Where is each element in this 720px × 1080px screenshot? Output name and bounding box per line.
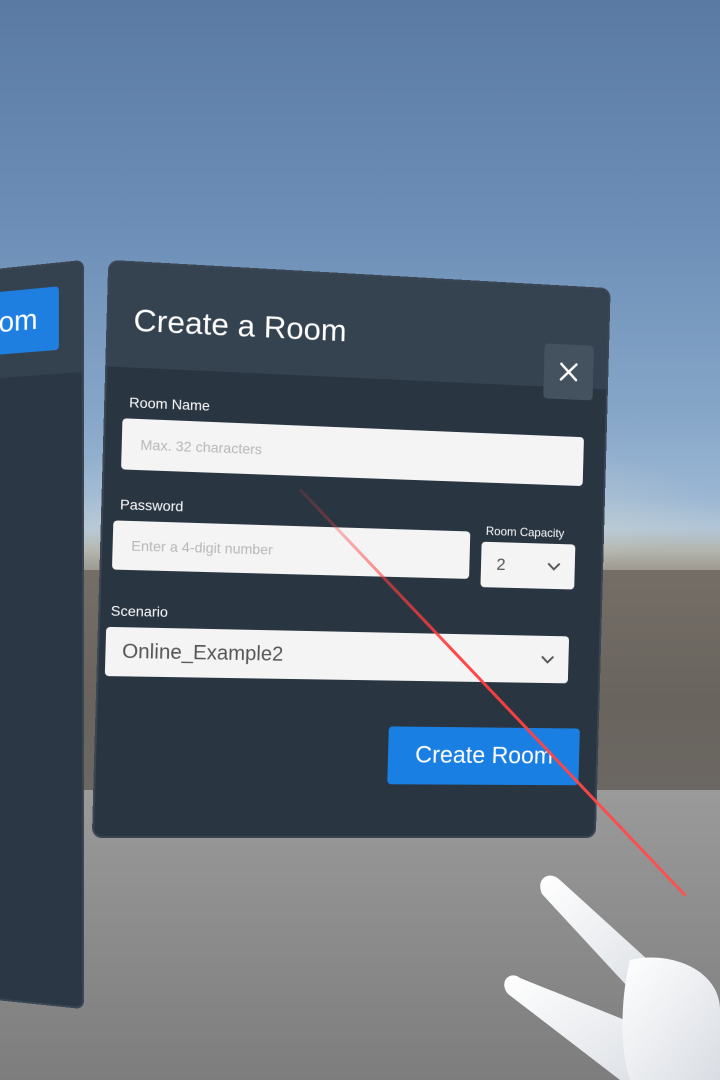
create-room-dialog: Create a Room Room Name Max. 32 characte… [93, 261, 609, 837]
room-capacity-select[interactable]: 2 [480, 541, 576, 590]
room-capacity-value: 2 [496, 554, 506, 574]
chevron-down-icon [546, 561, 561, 571]
password-input[interactable]: Enter a 4-digit number [111, 520, 471, 579]
left-panel-button[interactable]: om [0, 286, 59, 355]
left-side-panel: om [0, 262, 82, 1007]
password-label: Password [119, 496, 184, 515]
room-capacity-label: Room Capacity [485, 524, 565, 541]
scenario-value: Online_Example2 [121, 639, 284, 666]
scenario-label: Scenario [110, 602, 169, 620]
room-name-label: Room Name [128, 394, 211, 414]
chevron-down-icon [540, 654, 556, 664]
close-icon [558, 361, 579, 384]
scenario-select[interactable]: Online_Example2 [104, 626, 570, 684]
room-name-input[interactable]: Max. 32 characters [121, 418, 584, 487]
vr-hand-icon [504, 875, 720, 1080]
close-button[interactable] [543, 343, 595, 401]
